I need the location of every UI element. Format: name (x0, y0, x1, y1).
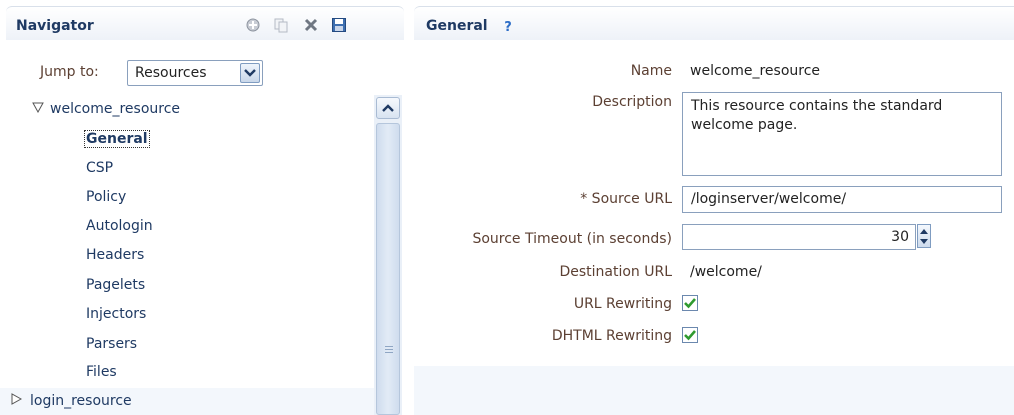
tree-item-login-resource[interactable]: login_resource (10, 393, 132, 409)
stepper-up-icon[interactable] (918, 225, 930, 236)
tree-root-label: welcome_resource (50, 101, 181, 117)
destination-url-label: Destination URL (559, 264, 672, 280)
collapsed-triangle-icon[interactable] (10, 393, 30, 409)
dhtml-rewriting-label: DHTML Rewriting (551, 328, 672, 344)
name-value: welcome_resource (690, 63, 821, 79)
tree-item-files[interactable]: Files (86, 364, 117, 380)
dhtml-rewriting-checkbox[interactable] (682, 327, 698, 343)
add-icon[interactable] (244, 16, 262, 34)
navigator-title: Navigator (16, 18, 94, 34)
scrollbar-thumb[interactable] (376, 123, 400, 415)
tree-item-headers[interactable]: Headers (86, 247, 144, 263)
general-header: General ? (414, 6, 1014, 40)
copy-icon[interactable] (272, 16, 290, 34)
description-label: Description (592, 94, 672, 110)
tree-item-welcome-resource[interactable]: welcome_resource (32, 101, 180, 117)
tree-item-general[interactable]: General (84, 130, 150, 148)
tree-item-csp[interactable]: CSP (86, 160, 113, 176)
tree-item-pagelets[interactable]: Pagelets (86, 277, 145, 293)
tree-root-label: login_resource (30, 393, 132, 409)
tree-item-policy[interactable]: Policy (86, 189, 126, 205)
stepper-down-icon[interactable] (918, 236, 930, 247)
jump-to-value: Resources (135, 65, 207, 81)
jump-to-select[interactable]: Resources (127, 60, 263, 86)
navigator-panel: Navigator Jump to: Resources welcome_res… (0, 0, 408, 415)
jump-to-label: Jump to: (40, 64, 99, 80)
help-icon[interactable]: ? (501, 20, 515, 35)
tree-item-autologin[interactable]: Autologin (86, 218, 153, 234)
expanded-triangle-icon[interactable] (32, 101, 50, 117)
source-timeout-label: Source Timeout (in seconds) (472, 231, 672, 247)
general-title: General (426, 18, 488, 34)
delete-icon[interactable] (302, 16, 320, 34)
source-timeout-input[interactable]: 30 (682, 224, 916, 250)
timeout-stepper[interactable] (917, 224, 931, 248)
navigator-header: Navigator (6, 6, 404, 40)
name-label: Name (630, 63, 672, 79)
save-icon[interactable] (330, 16, 348, 34)
tree-item-injectors[interactable]: Injectors (86, 306, 146, 322)
url-rewriting-label: URL Rewriting (573, 296, 672, 312)
description-textarea[interactable]: This resource contains the standard welc… (682, 92, 1002, 176)
general-panel-footer (414, 366, 1014, 415)
tree-item-parsers[interactable]: Parsers (86, 336, 137, 352)
source-url-input[interactable]: /loginserver/welcome/ (682, 186, 1002, 213)
navigator-scrollbar[interactable] (374, 95, 402, 415)
scrollbar-grip-icon (385, 346, 393, 355)
url-rewriting-checkbox[interactable] (682, 295, 698, 311)
destination-url-value: /welcome/ (690, 264, 762, 280)
scroll-up-button[interactable] (376, 97, 400, 119)
chevron-down-icon[interactable] (240, 63, 260, 83)
source-url-label: * Source URL (580, 191, 672, 207)
